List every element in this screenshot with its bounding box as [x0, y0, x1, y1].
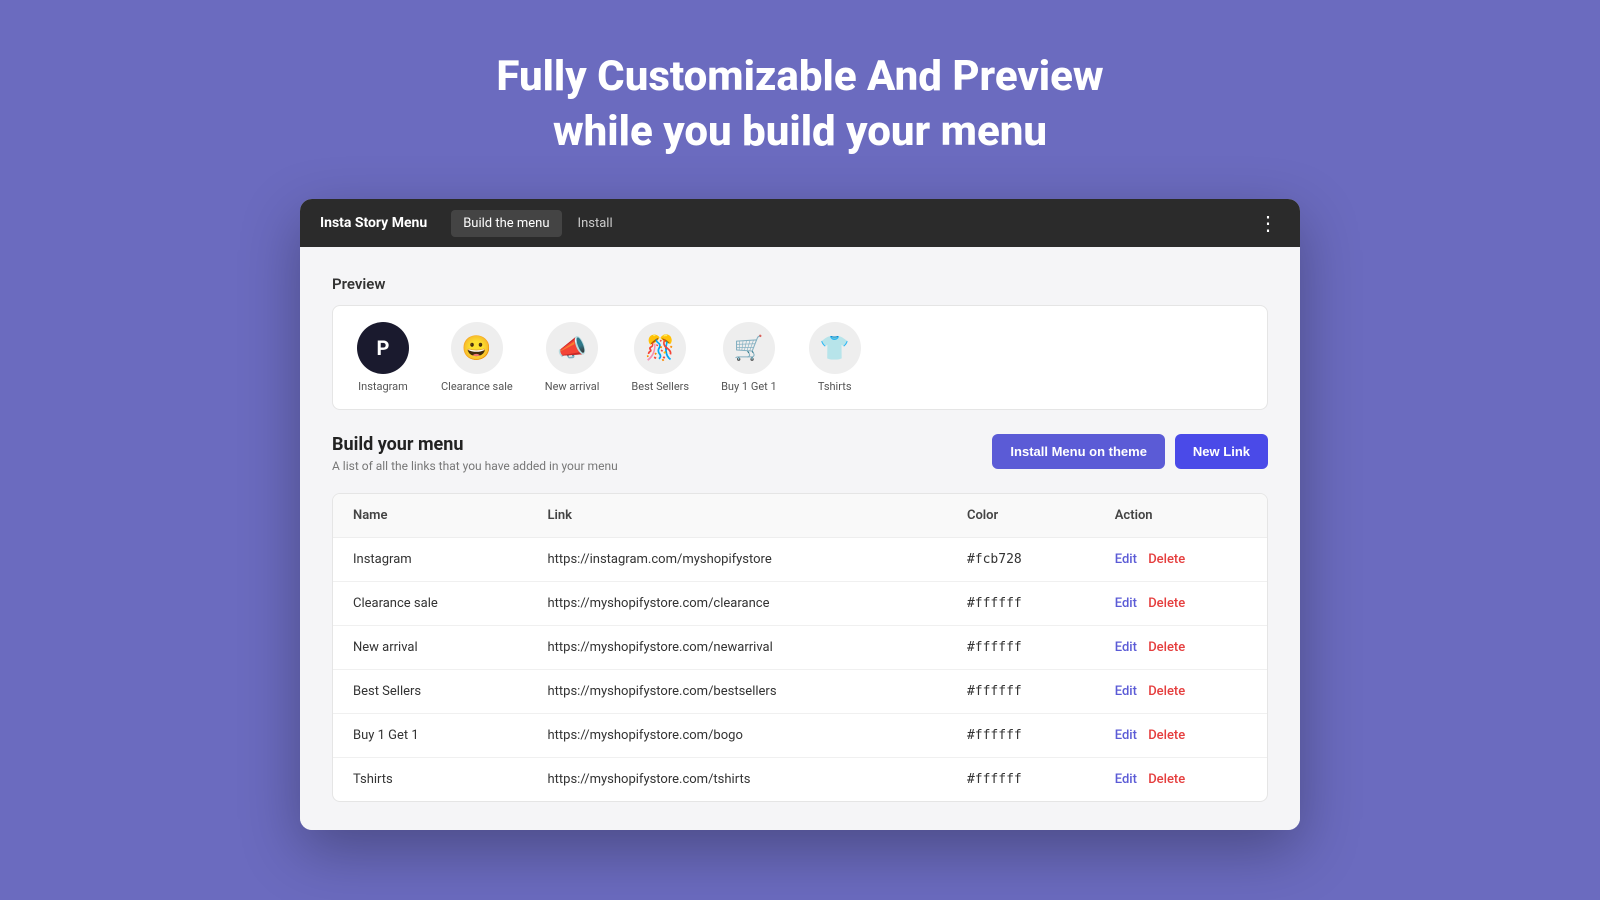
- cell-name-5: Tshirts: [333, 758, 528, 802]
- build-subtitle: A list of all the links that you have ad…: [332, 459, 618, 473]
- preview-label-bestsellers: Best Sellers: [631, 380, 689, 393]
- cell-color-5: #ffffff: [947, 758, 1095, 802]
- table-row: Buy 1 Get 1 https://myshopifystore.com/b…: [333, 714, 1267, 758]
- table-row: Best Sellers https://myshopifystore.com/…: [333, 670, 1267, 714]
- preview-label-tshirts: Tshirts: [818, 380, 852, 393]
- build-title-group: Build your menu A list of all the links …: [332, 434, 618, 473]
- edit-button-1[interactable]: Edit: [1115, 596, 1137, 611]
- edit-button-0[interactable]: Edit: [1115, 552, 1137, 567]
- col-header-action: Action: [1095, 494, 1267, 538]
- cell-name-3: Best Sellers: [333, 670, 528, 714]
- cell-color-2: #ffffff: [947, 626, 1095, 670]
- titlebar-nav: Build the menu Install: [451, 210, 624, 237]
- col-header-color: Color: [947, 494, 1095, 538]
- cell-color-1: #ffffff: [947, 582, 1095, 626]
- preview-label-newarrival: New arrival: [545, 380, 600, 393]
- preview-label-instagram: Instagram: [358, 380, 408, 393]
- edit-button-3[interactable]: Edit: [1115, 684, 1137, 699]
- cell-link-3: https://myshopifystore.com/bestsellers: [528, 670, 947, 714]
- cell-action-0: Edit Delete: [1095, 538, 1267, 582]
- preview-icon-newarrival: 📣: [546, 322, 598, 374]
- table-row: Tshirts https://myshopifystore.com/tshir…: [333, 758, 1267, 802]
- preview-icon-instagram: P: [357, 322, 409, 374]
- preview-item-clearance: 😀 Clearance sale: [441, 322, 513, 393]
- cell-action-2: Edit Delete: [1095, 626, 1267, 670]
- hero-title: Fully Customizable And Preview while you…: [496, 50, 1103, 159]
- cell-name-2: New arrival: [333, 626, 528, 670]
- preview-item-bogo: 🛒 Buy 1 Get 1: [721, 322, 777, 393]
- nav-install[interactable]: Install: [566, 210, 625, 237]
- edit-button-4[interactable]: Edit: [1115, 728, 1137, 743]
- preview-item-instagram: P Instagram: [357, 322, 409, 393]
- build-title: Build your menu: [332, 434, 618, 455]
- cell-action-1: Edit Delete: [1095, 582, 1267, 626]
- cell-action-4: Edit Delete: [1095, 714, 1267, 758]
- delete-button-5[interactable]: Delete: [1148, 772, 1185, 787]
- preview-icon-tshirts: 👕: [809, 322, 861, 374]
- cell-name-1: Clearance sale: [333, 582, 528, 626]
- preview-label-clearance: Clearance sale: [441, 380, 513, 393]
- cell-color-0: #fcb728: [947, 538, 1095, 582]
- preview-item-newarrival: 📣 New arrival: [545, 322, 600, 393]
- new-link-button[interactable]: New Link: [1175, 434, 1268, 469]
- install-menu-button[interactable]: Install Menu on theme: [992, 434, 1165, 469]
- preview-item-tshirts: 👕 Tshirts: [809, 322, 861, 393]
- cell-name-0: Instagram: [333, 538, 528, 582]
- menu-table: Name Link Color Action Instagram https:/…: [333, 494, 1267, 801]
- table-row: New arrival https://myshopifystore.com/n…: [333, 626, 1267, 670]
- cell-link-5: https://myshopifystore.com/tshirts: [528, 758, 947, 802]
- app-logo: Insta Story Menu: [320, 215, 427, 231]
- preview-label-bogo: Buy 1 Get 1: [721, 380, 777, 393]
- cell-color-3: #ffffff: [947, 670, 1095, 714]
- delete-button-2[interactable]: Delete: [1148, 640, 1185, 655]
- nav-build-menu[interactable]: Build the menu: [451, 210, 561, 237]
- cell-link-4: https://myshopifystore.com/bogo: [528, 714, 947, 758]
- content-area: Preview P Instagram 😀 Clearance sale 📣 N…: [300, 247, 1300, 830]
- cell-link-2: https://myshopifystore.com/newarrival: [528, 626, 947, 670]
- cell-name-4: Buy 1 Get 1: [333, 714, 528, 758]
- col-header-link: Link: [528, 494, 947, 538]
- delete-button-4[interactable]: Delete: [1148, 728, 1185, 743]
- cell-link-1: https://myshopifystore.com/clearance: [528, 582, 947, 626]
- cell-action-3: Edit Delete: [1095, 670, 1267, 714]
- table-row: Instagram https://instagram.com/myshopif…: [333, 538, 1267, 582]
- preview-bar: P Instagram 😀 Clearance sale 📣 New arriv…: [332, 305, 1268, 410]
- col-header-name: Name: [333, 494, 528, 538]
- menu-table-container: Name Link Color Action Instagram https:/…: [332, 493, 1268, 802]
- cell-action-5: Edit Delete: [1095, 758, 1267, 802]
- build-actions: Install Menu on theme New Link: [992, 434, 1268, 469]
- edit-button-5[interactable]: Edit: [1115, 772, 1137, 787]
- more-options-icon[interactable]: ⋮: [1258, 211, 1280, 235]
- edit-button-2[interactable]: Edit: [1115, 640, 1137, 655]
- table-header-row: Name Link Color Action: [333, 494, 1267, 538]
- delete-button-0[interactable]: Delete: [1148, 552, 1185, 567]
- preview-icon-clearance: 😀: [451, 322, 503, 374]
- delete-button-1[interactable]: Delete: [1148, 596, 1185, 611]
- preview-icon-bogo: 🛒: [723, 322, 775, 374]
- build-header: Build your menu A list of all the links …: [332, 434, 1268, 473]
- table-row: Clearance sale https://myshopifystore.co…: [333, 582, 1267, 626]
- delete-button-3[interactable]: Delete: [1148, 684, 1185, 699]
- cell-link-0: https://instagram.com/myshopifystore: [528, 538, 947, 582]
- cell-color-4: #ffffff: [947, 714, 1095, 758]
- titlebar: Insta Story Menu Build the menu Install …: [300, 199, 1300, 247]
- preview-icon-bestsellers: 🎊: [634, 322, 686, 374]
- preview-label: Preview: [332, 275, 1268, 293]
- app-window: Insta Story Menu Build the menu Install …: [300, 199, 1300, 830]
- preview-item-bestsellers: 🎊 Best Sellers: [631, 322, 689, 393]
